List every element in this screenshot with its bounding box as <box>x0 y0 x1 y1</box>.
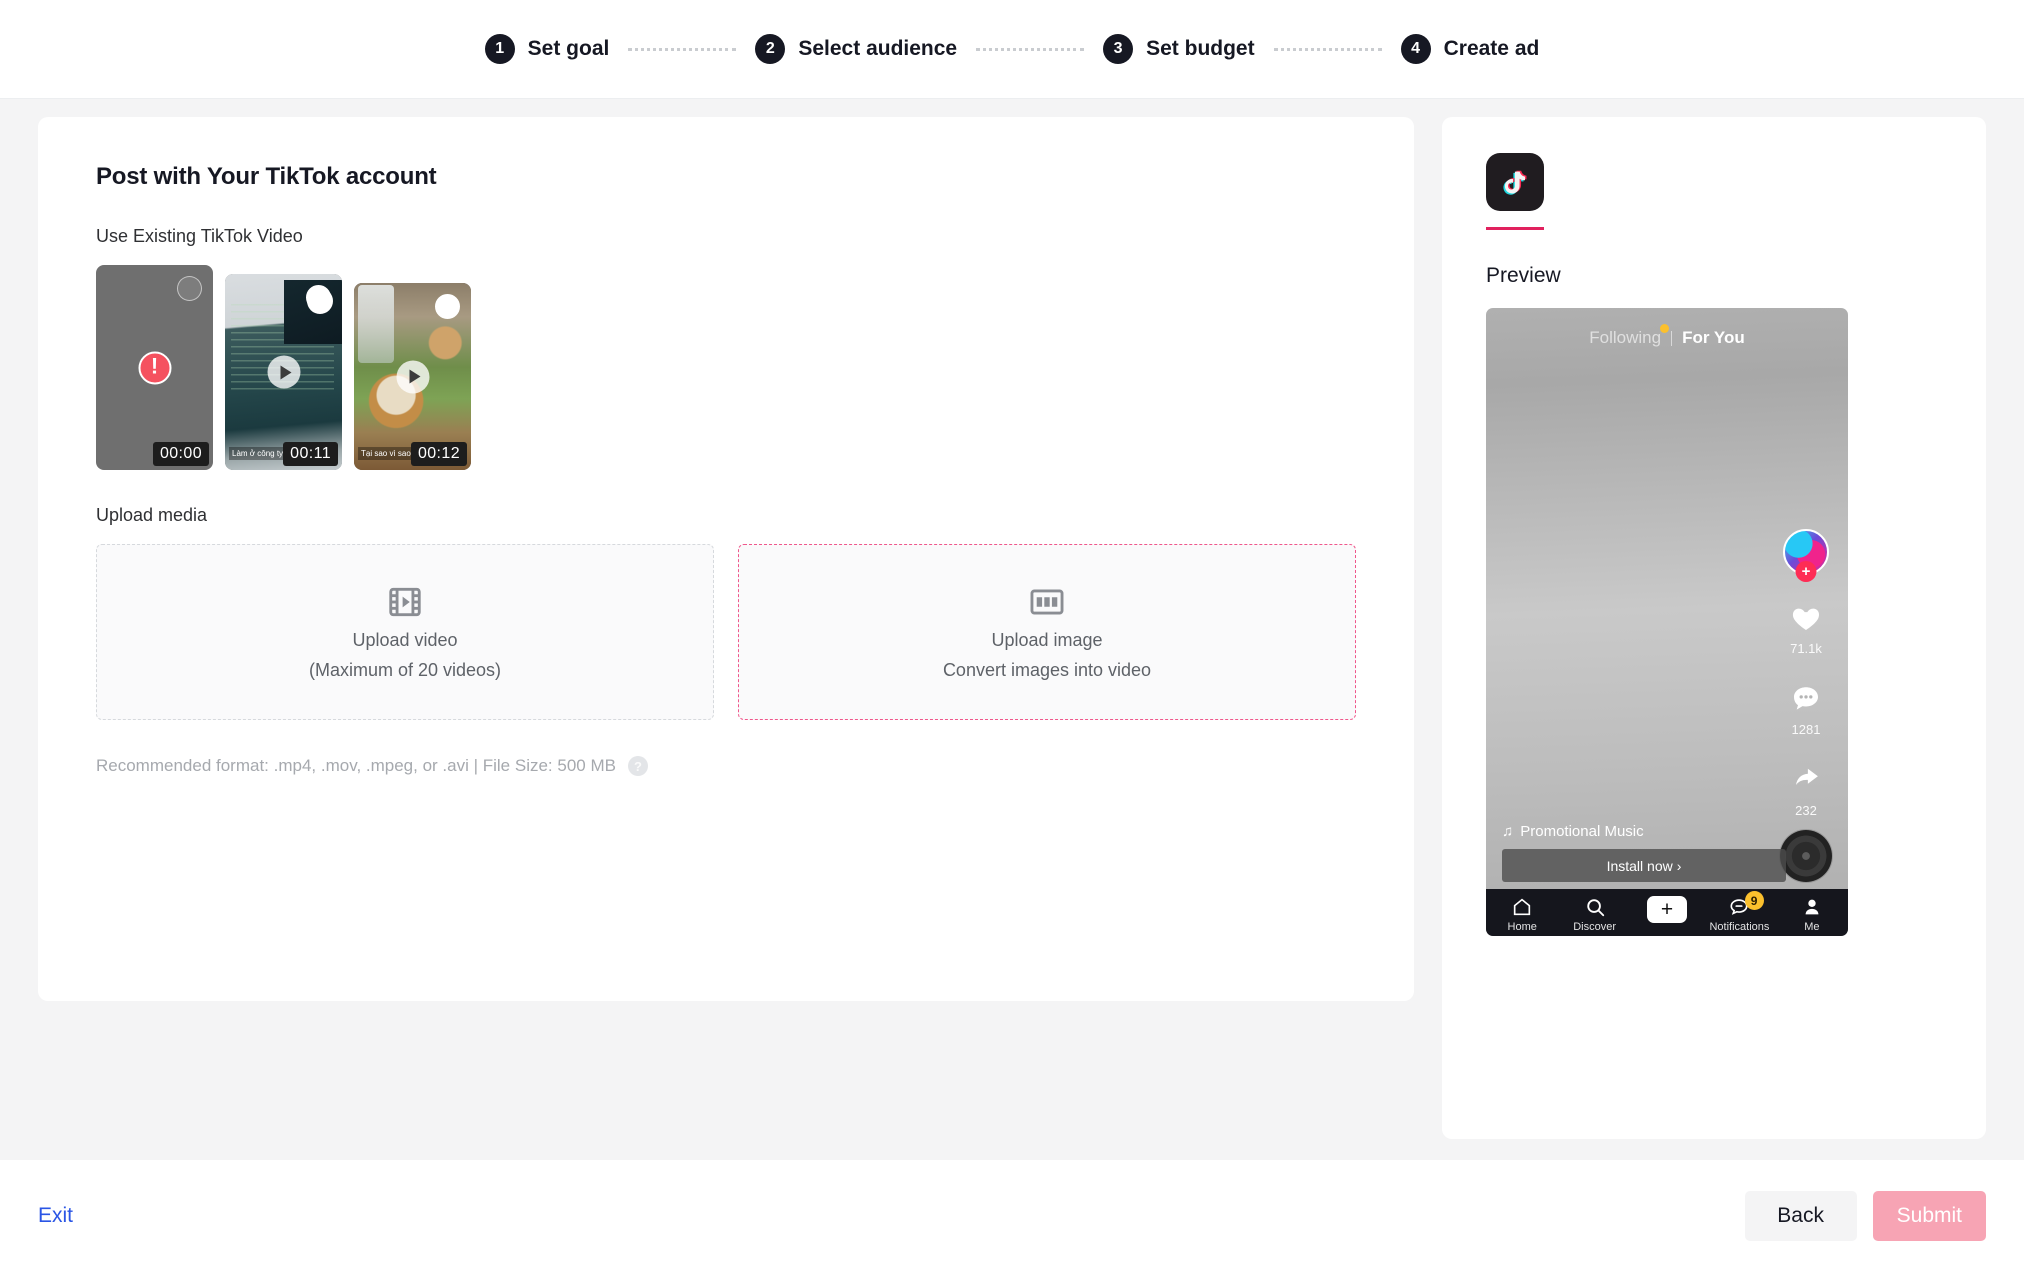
phone-preview: Following For You + 71.1k 1281 232 ♫ Pro… <box>1486 308 1848 936</box>
tiktok-logo-icon <box>1486 153 1544 211</box>
step-connector <box>1273 47 1382 51</box>
like-action[interactable]: 71.1k <box>1786 599 1826 656</box>
upload-video-subtitle: (Maximum of 20 videos) <box>308 660 502 680</box>
video-select-checkbox[interactable] <box>177 276 202 301</box>
video-select-checkbox[interactable] <box>306 285 331 310</box>
video-thumbnail[interactable]: Làm ở công ty công nghệ 00:11 <box>225 274 342 470</box>
submit-button[interactable]: Submit <box>1872 1191 1986 1241</box>
search-icon <box>1586 899 1604 917</box>
upload-media-row: Upload video (Maximum of 20 videos) Uplo… <box>96 544 1356 720</box>
share-arrow-icon <box>1786 761 1826 799</box>
video-select-checkbox[interactable] <box>435 294 460 319</box>
heart-icon <box>1786 599 1826 637</box>
nav-label: Discover <box>1573 921 1616 933</box>
tab-following[interactable]: Following <box>1579 324 1671 348</box>
help-icon[interactable]: ? <box>627 756 648 776</box>
video-thumbnail[interactable]: ! 00:00 <box>96 265 213 470</box>
music-note-icon: ♫ <box>1502 823 1514 840</box>
notification-dot-icon <box>1660 324 1670 333</box>
step-select-audience[interactable]: 2 Select audience <box>755 34 957 64</box>
preview-platform-tab[interactable] <box>1486 153 1544 230</box>
comment-icon <box>1786 680 1826 718</box>
page-title: Post with Your TikTok account <box>96 163 437 190</box>
upload-video-title: Upload video <box>352 630 458 650</box>
feed-tabs: Following For You <box>1486 324 1848 348</box>
video-thumbnail[interactable]: Tại sao vì sao 😂😂😂 00:12 <box>354 283 471 470</box>
notification-badge: 9 <box>1744 891 1764 910</box>
cta-install-now-button[interactable]: Install now › <box>1502 849 1786 882</box>
error-icon: ! <box>138 351 171 384</box>
existing-video-list: ! 00:00 Làm ở công ty công nghệ 00:11 Tạ… <box>96 265 1356 470</box>
step-number: 1 <box>484 34 515 64</box>
upload-image-subtitle: Convert images into video <box>942 660 1152 680</box>
format-hint-text: Recommended format: .mp4, .mov, .mpeg, o… <box>96 756 616 775</box>
upload-video-dropzone[interactable]: Upload video (Maximum of 20 videos) <box>96 544 714 720</box>
cta-label: Install now <box>1606 857 1673 874</box>
existing-video-label: Use Existing TikTok Video <box>96 226 303 246</box>
upload-image-title: Upload image <box>991 630 1103 650</box>
footer-actions: Back Submit <box>1744 1191 1986 1241</box>
wizard-footer: Exit Back Submit <box>0 1160 2024 1272</box>
video-duration: 00:11 <box>283 442 338 466</box>
play-icon[interactable] <box>396 360 429 393</box>
tab-for-you[interactable]: For You <box>1672 328 1755 348</box>
share-action[interactable]: 232 <box>1786 761 1826 818</box>
plus-icon: + <box>1644 896 1691 923</box>
upload-media-label: Upload media <box>96 505 208 525</box>
nav-label: Notifications <box>1709 921 1770 933</box>
profile-action[interactable]: + <box>1783 529 1829 582</box>
upload-image-dropzone[interactable]: Upload image Convert images into video <box>738 544 1356 720</box>
wizard-stepper: 1 Set goal 2 Select audience 3 Set budge… <box>484 34 1540 64</box>
comment-action[interactable]: 1281 <box>1786 680 1826 737</box>
share-count: 232 <box>1795 803 1817 818</box>
ads-manager-create-ad-page: 1 Set goal 2 Select audience 3 Set budge… <box>0 0 2024 1272</box>
step-number: 4 <box>1400 34 1431 64</box>
preview-panel: Preview Following For You + 71.1k 1281 2… <box>1442 117 1986 1139</box>
tab-following-label: Following <box>1589 328 1662 347</box>
music-disc-icon <box>1780 830 1832 882</box>
home-icon <box>1514 898 1531 916</box>
active-tab-underline <box>1486 227 1544 230</box>
nav-item-notifications[interactable]: 9 Notifications <box>1703 891 1775 933</box>
step-set-goal[interactable]: 1 Set goal <box>484 34 610 64</box>
nav-item-me[interactable]: Me <box>1776 896 1848 933</box>
image-strip-icon <box>1028 583 1066 621</box>
nav-item-discover[interactable]: Discover <box>1558 896 1630 933</box>
step-set-budget[interactable]: 3 Set budget <box>1103 34 1255 64</box>
comment-count: 1281 <box>1791 722 1821 737</box>
follow-plus-icon[interactable]: + <box>1795 561 1817 582</box>
step-label: Set goal <box>527 37 610 60</box>
film-strip-icon <box>386 583 424 621</box>
step-connector <box>976 47 1085 51</box>
preview-title: Preview <box>1486 264 1561 287</box>
video-duration: 00:12 <box>410 442 467 466</box>
app-bottom-nav: Home Discover + 9 Notifications Me <box>1486 889 1848 936</box>
step-number: 3 <box>1103 34 1134 64</box>
exit-link[interactable]: Exit <box>38 1204 73 1228</box>
step-number: 2 <box>755 34 786 64</box>
wizard-stepper-bar: 1 Set goal 2 Select audience 3 Set budge… <box>0 0 2024 99</box>
step-label: Create ad <box>1443 37 1540 60</box>
music-label: Promotional Music <box>1520 823 1644 840</box>
page-body: Post with Your TikTok account Use Existi… <box>0 99 2024 1272</box>
avatar: + <box>1783 529 1829 582</box>
step-label: Select audience <box>798 37 958 60</box>
step-create-ad[interactable]: 4 Create ad <box>1400 34 1540 64</box>
nav-label: Me <box>1804 921 1820 933</box>
nav-item-home[interactable]: Home <box>1486 896 1558 933</box>
post-with-tiktok-account-card: Post with Your TikTok account Use Existi… <box>38 117 1414 1001</box>
format-hint-row: Recommended format: .mp4, .mov, .mpeg, o… <box>96 756 1356 776</box>
nav-label: Home <box>1507 921 1537 933</box>
nav-item-create[interactable]: + <box>1631 896 1703 923</box>
play-icon[interactable] <box>267 355 300 389</box>
music-row: ♫ Promotional Music <box>1502 823 1644 840</box>
video-action-rail: + 71.1k 1281 232 <box>1778 529 1834 818</box>
step-label: Set budget <box>1146 37 1255 60</box>
chevron-right-icon: › <box>1676 857 1682 874</box>
back-button[interactable]: Back <box>1744 1191 1857 1241</box>
person-icon <box>1805 899 1819 915</box>
step-connector <box>628 47 737 51</box>
like-count: 71.1k <box>1790 641 1822 656</box>
video-duration: 00:00 <box>152 442 209 466</box>
